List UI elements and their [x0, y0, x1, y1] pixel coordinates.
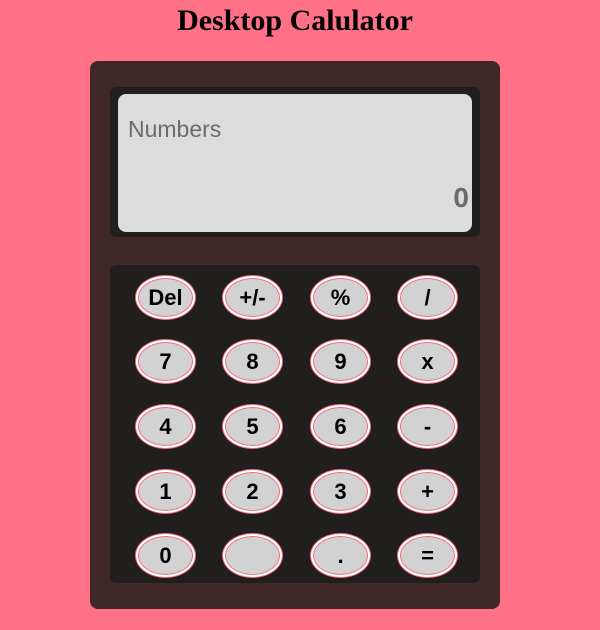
- sign-toggle-button[interactable]: +/-: [223, 276, 282, 319]
- multiply-button[interactable]: x: [398, 340, 457, 383]
- digit-9-button[interactable]: 9: [311, 340, 370, 383]
- digit-4-button[interactable]: 4: [136, 405, 195, 448]
- decimal-button[interactable]: .: [311, 534, 370, 577]
- calculator-body: Numbers 0 Del +/- % / 7 8 9 x 4 5 6 - 1 …: [90, 61, 500, 609]
- display-frame: Numbers 0: [110, 87, 480, 237]
- subtract-button[interactable]: -: [398, 405, 457, 448]
- percent-button[interactable]: %: [311, 276, 370, 319]
- digit-7-button[interactable]: 7: [136, 340, 195, 383]
- digit-2-button[interactable]: 2: [223, 470, 282, 513]
- digit-6-button[interactable]: 6: [311, 405, 370, 448]
- display-screen: Numbers 0: [118, 94, 472, 232]
- blank-button[interactable]: [223, 534, 282, 577]
- digit-5-button[interactable]: 5: [223, 405, 282, 448]
- digit-1-button[interactable]: 1: [136, 470, 195, 513]
- delete-button[interactable]: Del: [136, 276, 195, 319]
- add-button[interactable]: +: [398, 470, 457, 513]
- digit-3-button[interactable]: 3: [311, 470, 370, 513]
- display-placeholder: Numbers: [128, 116, 222, 142]
- equals-button[interactable]: =: [398, 534, 457, 577]
- digit-0-button[interactable]: 0: [136, 534, 195, 577]
- digit-8-button[interactable]: 8: [223, 340, 282, 383]
- display-value: 0: [453, 182, 469, 213]
- page-title: Desktop Calulator: [177, 4, 413, 37]
- divide-button[interactable]: /: [398, 276, 457, 319]
- keypad: Del +/- % / 7 8 9 x 4 5 6 - 1 2 3 + 0 . …: [110, 265, 480, 583]
